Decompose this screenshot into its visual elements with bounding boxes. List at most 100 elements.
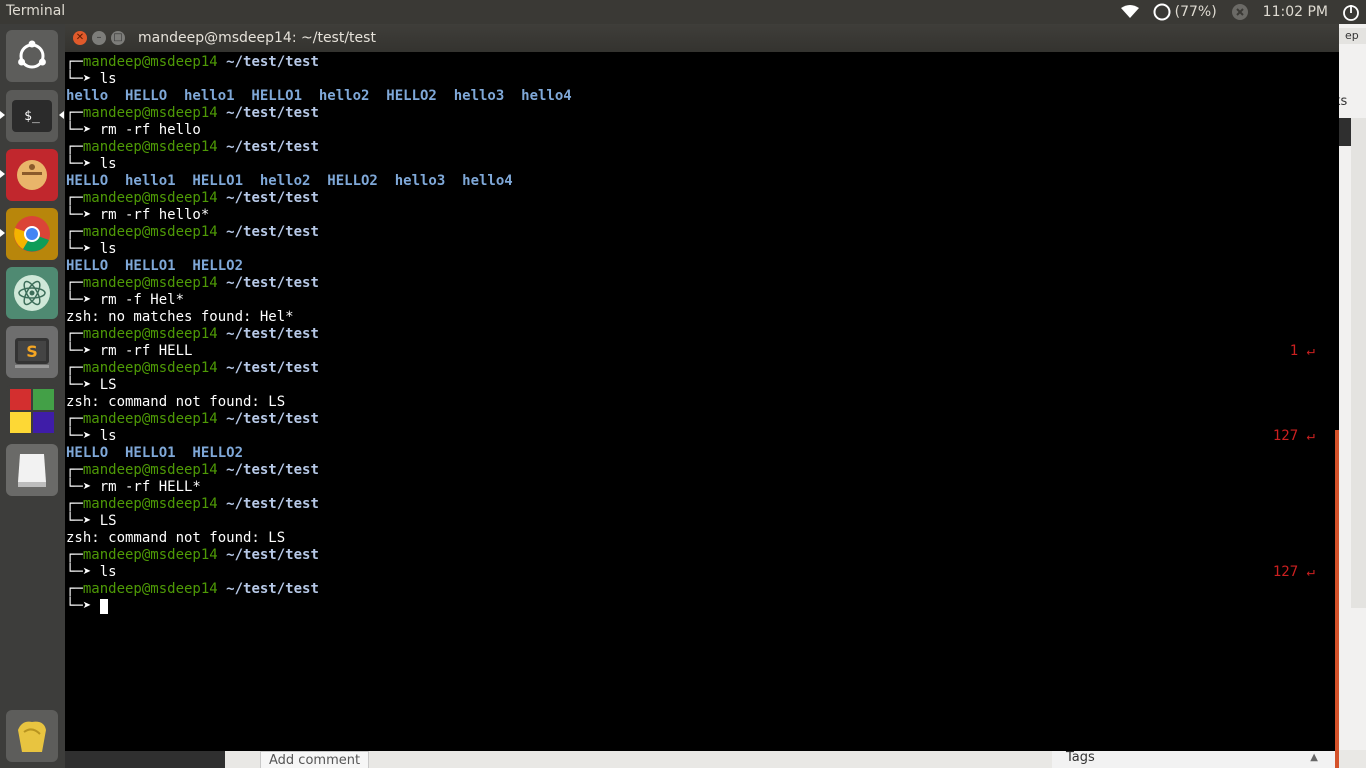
prompt-user: mandeep@msdeep14 [82, 224, 218, 240]
exit-status: 1 ↵ [1289, 343, 1315, 359]
scrollbar-thumb[interactable] [1335, 430, 1339, 768]
command-text: rm -rf HELL* [99, 479, 201, 495]
command-line: └─➤ LS [66, 513, 117, 530]
command-line: └─➤ rm -rf hello [66, 122, 201, 139]
error-output-line: zsh: no matches found: Hel* [66, 309, 294, 326]
window-titlebar[interactable]: ✕ – □ mandeep@msdeep14: ~/test/test [65, 24, 1339, 52]
error-output-line: zsh: command not found: LS [66, 530, 285, 547]
prompt-user: mandeep@msdeep14 [82, 54, 218, 70]
ls-output-line: hello HELLO hello1 HELLO1 hello2 HELLO2 … [66, 88, 572, 105]
close-icon[interactable]: ✕ [73, 31, 87, 45]
command-text: ls [99, 241, 117, 257]
prompt-user: mandeep@msdeep14 [82, 547, 218, 563]
prompt-arrow: └─➤ [66, 479, 100, 495]
exit-status: 127 ↵ [1272, 564, 1315, 580]
error-output-line: zsh: command not found: LS [66, 394, 285, 411]
output-text: zsh: command not found: LS [66, 530, 286, 546]
prompt-arrow: └─➤ [66, 292, 100, 308]
ls-output-line: HELLO HELLO1 HELLO2 [66, 445, 243, 462]
office-icon[interactable] [6, 385, 58, 437]
prompt-path: ~/test/test [226, 275, 319, 291]
prompt-path: ~/test/test [226, 581, 319, 597]
prompt-corner: ┌─ [66, 139, 83, 155]
atom-icon[interactable] [6, 267, 58, 319]
prompt-corner: ┌─ [66, 275, 83, 291]
prompt-corner: ┌─ [66, 105, 83, 121]
prompt-corner: ┌─ [66, 462, 83, 478]
prompt-arrow: └─➤ [66, 122, 100, 138]
background-tab[interactable]: ep [1339, 28, 1366, 44]
prompt-arrow: └─➤ [66, 71, 100, 87]
command-text: rm -f Hel* [99, 292, 185, 308]
background-scrollbar[interactable] [1351, 118, 1366, 608]
sublime-text-icon[interactable]: S [6, 326, 58, 378]
prompt-path: ~/test/test [226, 105, 319, 121]
ls-output-line: HELLO hello1 HELLO1 hello2 HELLO2 hello3… [66, 173, 513, 190]
prompt-arrow: └─➤ [66, 207, 100, 223]
output-text: HELLO HELLO1 HELLO2 [66, 258, 244, 274]
active-app-title: Terminal [6, 3, 66, 19]
output-text: zsh: command not found: LS [66, 394, 286, 410]
prompt-user: mandeep@msdeep14 [82, 462, 218, 478]
background-window: ep ks [1333, 24, 1366, 768]
prompt-path: ~/test/test [226, 139, 319, 155]
terminal-window: ✕ – □ mandeep@msdeep14: ~/test/test ┌─ma… [65, 24, 1339, 768]
background-block [1339, 118, 1351, 146]
prompt-arrow: └─➤ [66, 513, 100, 529]
prompt-arrow: └─➤ [66, 156, 100, 172]
command-line: └─➤ ls [66, 241, 117, 258]
command-text: LS [99, 513, 117, 529]
text-cursor[interactable] [99, 598, 108, 614]
prompt-corner: ┌─ [66, 496, 83, 512]
running-indicator [0, 229, 5, 237]
prompt-path: ~/test/test [226, 190, 319, 206]
prompt-corner: ┌─ [66, 547, 83, 563]
command-text: rm -rf hello* [99, 207, 210, 223]
prompt-arrow: └─➤ [66, 377, 100, 393]
prompt-user: mandeep@msdeep14 [82, 139, 218, 155]
command-text: ls [99, 564, 117, 580]
bluetooth-off-icon[interactable] [1231, 3, 1249, 21]
prompt-corner: ┌─ [66, 54, 83, 70]
prompt-path: ~/test/test [226, 224, 319, 240]
prompt-arrow: └─➤ [66, 241, 100, 257]
prompt-line: ┌─mandeep@msdeep14 ~/test/test [66, 547, 319, 564]
power-icon[interactable] [1342, 3, 1360, 21]
wifi-icon[interactable] [1120, 5, 1139, 19]
prompt-line: ┌─mandeep@msdeep14 ~/test/test [66, 105, 319, 122]
prompt-path: ~/test/test [226, 411, 319, 427]
prompt-corner: ┌─ [66, 360, 83, 376]
top-panel: Terminal (77%) 11:02 PM [0, 0, 1366, 24]
maximize-icon[interactable]: □ [111, 31, 125, 45]
command-text: ls [99, 156, 117, 172]
chrome-icon[interactable] [6, 208, 58, 260]
prompt-arrow: └─➤ [66, 343, 100, 359]
command-line: └─➤ rm -rf HELL* [66, 479, 201, 496]
minimize-icon[interactable]: – [92, 31, 106, 45]
terminal-icon[interactable]: $_ [6, 90, 58, 142]
add-comment-button[interactable]: Add comment [260, 751, 370, 768]
prompt-user: mandeep@msdeep14 [82, 190, 218, 206]
prompt-path: ~/test/test [226, 326, 319, 342]
prompt-line: ┌─mandeep@msdeep14 ~/test/test [66, 360, 319, 377]
prompt-line: ┌─mandeep@msdeep14 ~/test/test [66, 54, 319, 71]
prompt-line: ┌─mandeep@msdeep14 ~/test/test [66, 462, 319, 479]
trash-icon[interactable] [6, 710, 58, 762]
terminal-scrollbar[interactable] [1335, 52, 1339, 768]
clock[interactable]: 11:02 PM [1263, 4, 1328, 20]
command-line: └─➤ rm -f Hel* [66, 292, 184, 309]
input-line: └─➤ [66, 598, 108, 615]
removable-drive-icon[interactable] [6, 444, 58, 496]
ubuntu-logo-icon[interactable] [6, 30, 58, 82]
background-bottom-strip: Add comment Tags ▲ [65, 750, 1366, 768]
prompt-path: ~/test/test [226, 360, 319, 376]
battery-indicator[interactable]: (77%) [1153, 3, 1217, 21]
battery-percentage: (77%) [1174, 4, 1217, 20]
terminal-output[interactable]: ┌─mandeep@msdeep14 ~/test/test └─➤ ls hell… [65, 52, 1335, 751]
file-archive-icon[interactable] [6, 149, 58, 201]
prompt-corner: ┌─ [66, 190, 83, 206]
active-indicator [59, 111, 64, 119]
chevron-up-icon[interactable]: ▲ [1310, 752, 1318, 763]
command-line: └─➤ ls [66, 156, 117, 173]
prompt-corner: ┌─ [66, 326, 83, 342]
